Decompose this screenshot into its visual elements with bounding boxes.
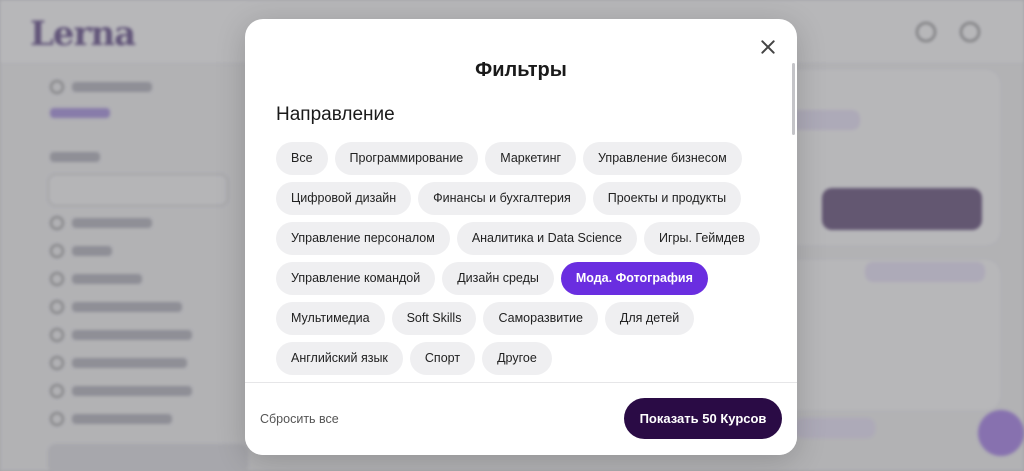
filter-chip[interactable]: Проекты и продукты [592,182,742,215]
filter-chip[interactable]: Цифровой дизайн [276,182,412,215]
filter-chip[interactable]: Английский язык [276,342,403,375]
filters-scroll-area[interactable]: Направление Все Программирование Маркетинг… [245,81,797,382]
filter-chip[interactable]: Soft Skills [391,302,477,335]
filter-chip[interactable]: Управление бизнесом [583,142,742,175]
filter-chip[interactable]: Программирование [334,142,479,175]
close-icon[interactable] [757,36,779,58]
modal-scrollbar[interactable] [792,63,795,135]
filter-chip[interactable]: Спорт [409,342,476,375]
filter-chip[interactable]: Аналитика и Data Science [456,222,637,255]
filter-chip[interactable]: Дизайн среды [442,262,554,295]
filter-chip[interactable]: Финансы и бухгалтерия [418,182,586,215]
filter-chip[interactable]: Другое [482,342,552,375]
modal-title: Фильтры [475,59,567,81]
filter-chip[interactable]: Мода. Фотография [560,262,708,295]
reset-all-link[interactable]: Сбросить все [260,412,339,426]
filter-chip[interactable]: Маркетинг [485,142,577,175]
filter-chip[interactable]: Управление командой [276,262,436,295]
show-courses-button[interactable]: Показать 50 Курсов [624,398,782,439]
section-heading-direction: Направление [276,104,395,125]
filter-chip[interactable]: Управление персоналом [276,222,450,255]
filter-chip[interactable]: Игры. Геймдев [643,222,760,255]
filter-chip[interactable]: Мультимедиа [276,302,385,335]
filter-chip[interactable]: Саморазвитие [483,302,598,335]
filter-chip[interactable]: Все [276,142,328,175]
filter-chip[interactable]: Для детей [604,302,695,335]
modal-footer: Сбросить все Показать 50 Курсов [245,382,797,455]
filters-modal: Фильтры Направление Все Программирование М… [245,19,797,455]
direction-chip-list: Все Программирование Маркетинг Управление б… [276,142,776,375]
